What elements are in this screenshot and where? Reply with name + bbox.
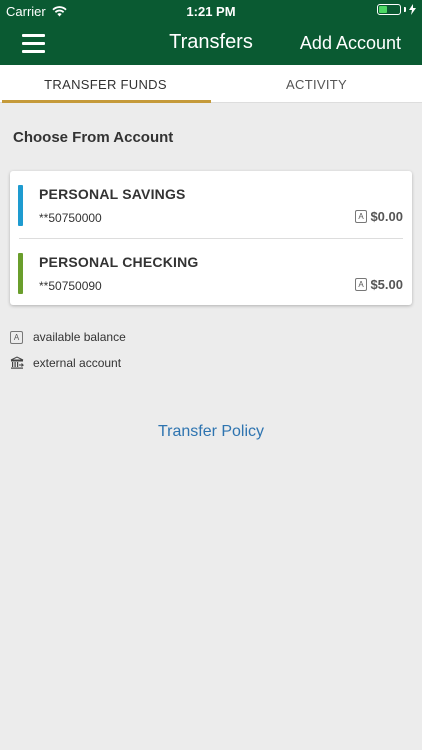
account-name: PERSONAL CHECKING	[39, 254, 199, 270]
account-number: **50750000	[39, 211, 102, 225]
transfer-policy-link[interactable]: Transfer Policy	[0, 423, 422, 441]
navigation-bar: Transfers Add Account	[0, 22, 422, 65]
legend-available-balance: A available balance	[10, 330, 126, 344]
top-bar: Carrier 1:21 PM Transfers Add Account	[0, 0, 422, 65]
legend-external-account: external account	[10, 356, 121, 370]
battery-icon	[377, 4, 401, 15]
legend-label: external account	[33, 356, 122, 370]
account-balance: $5.00	[370, 277, 403, 292]
available-balance-icon: A	[10, 330, 23, 344]
account-color-bar	[18, 253, 23, 294]
charging-bolt-icon	[409, 4, 416, 15]
account-name: PERSONAL SAVINGS	[39, 186, 186, 202]
battery-level-fill	[379, 6, 387, 13]
available-balance-icon: A	[355, 210, 367, 223]
section-title: Choose From Account	[13, 129, 174, 146]
available-balance-icon: A	[355, 278, 367, 291]
add-account-button[interactable]: Add Account	[300, 33, 401, 54]
account-list: PERSONAL SAVINGS **50750000 A $0.00 PERS…	[10, 171, 412, 305]
account-color-bar	[18, 185, 23, 226]
account-row-personal-checking[interactable]: PERSONAL CHECKING **50750090 A $5.00	[10, 239, 412, 306]
account-row-personal-savings[interactable]: PERSONAL SAVINGS **50750000 A $0.00	[10, 171, 412, 238]
battery-cap	[404, 7, 406, 12]
status-time: 1:21 PM	[186, 4, 236, 19]
bank-icon	[10, 356, 24, 369]
legend-label: available balance	[33, 330, 126, 344]
account-balance: $0.00	[370, 209, 403, 224]
battery-indicator	[377, 4, 416, 15]
account-number: **50750090	[39, 279, 102, 293]
status-bar: Carrier 1:21 PM	[0, 0, 422, 22]
tab-transfer-funds[interactable]: TRANSFER FUNDS	[0, 65, 211, 103]
tab-activity[interactable]: ACTIVITY	[211, 65, 422, 102]
tab-bar: TRANSFER FUNDS ACTIVITY	[0, 65, 422, 103]
